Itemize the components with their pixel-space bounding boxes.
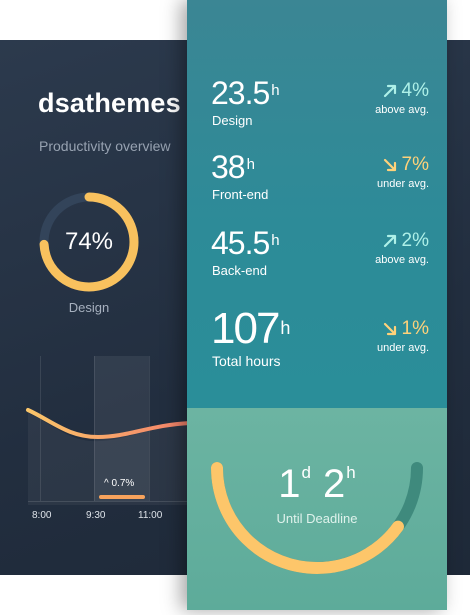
chart-axis [28,501,188,502]
stat-row-design: 23.5 h Design 4% above avg. [211,76,429,136]
stat-row-back-end: 45.5 h Back-end 2% above avg. [211,226,429,286]
stat-delta: 7% [382,154,429,176]
stat-delta: 1% [382,318,429,340]
arrow-up-right-icon [383,84,396,98]
chart-tick-label: 8:00 [32,510,52,521]
chart-delta-bar [99,495,145,499]
chart-delta-value: 0.7% [111,478,135,489]
stat-note: above avg. [375,104,429,116]
caret-up-icon: ^ [104,478,109,489]
stat-value: 23.5 h [211,75,280,111]
stat-delta: 4% [382,80,429,102]
page-subtitle: Productivity overview [39,138,171,154]
productivity-wave [26,408,192,505]
stat-delta: 2% [382,230,429,252]
stat-value: 107 h [211,304,291,353]
stat-value: 38 h [211,149,255,185]
design-gauge-label: Design [68,300,110,315]
deadline-countdown: 1d2h [278,462,356,506]
stat-value: 45.5 h [211,225,280,261]
stat-row-front-end: 38 h Front-end 7% under avg. [211,150,429,210]
arrow-down-right-icon [383,158,396,172]
stat-label: Design [212,113,253,128]
design-gauge-value: 74% [64,228,114,255]
hours-panel: 23.5 h Design 4% above avg. 38 h Front-end… [187,0,447,408]
deadline-label: Until Deadline [276,511,358,526]
stat-note: above avg. [375,254,429,266]
arrow-down-right-icon [383,322,396,336]
hours-card: 23.5 h Design 4% above avg. 38 h Front-end… [187,0,447,610]
stat-row-total: 107 h Total hours 1% under avg. [211,304,429,370]
arrow-up-right-icon [383,234,396,248]
stat-label: Back-end [212,263,267,278]
brand-logo: dsathemes [38,88,181,118]
stat-note: under avg. [377,178,429,190]
chart-tick-label: 11:00 [138,510,163,521]
chart-tick-label: 9:30 [86,510,106,521]
stat-label: Front-end [212,187,269,202]
stat-note: under avg. [377,342,429,354]
chart-delta: ^ 0.7% [104,478,134,489]
stat-label: Total hours [212,353,281,369]
